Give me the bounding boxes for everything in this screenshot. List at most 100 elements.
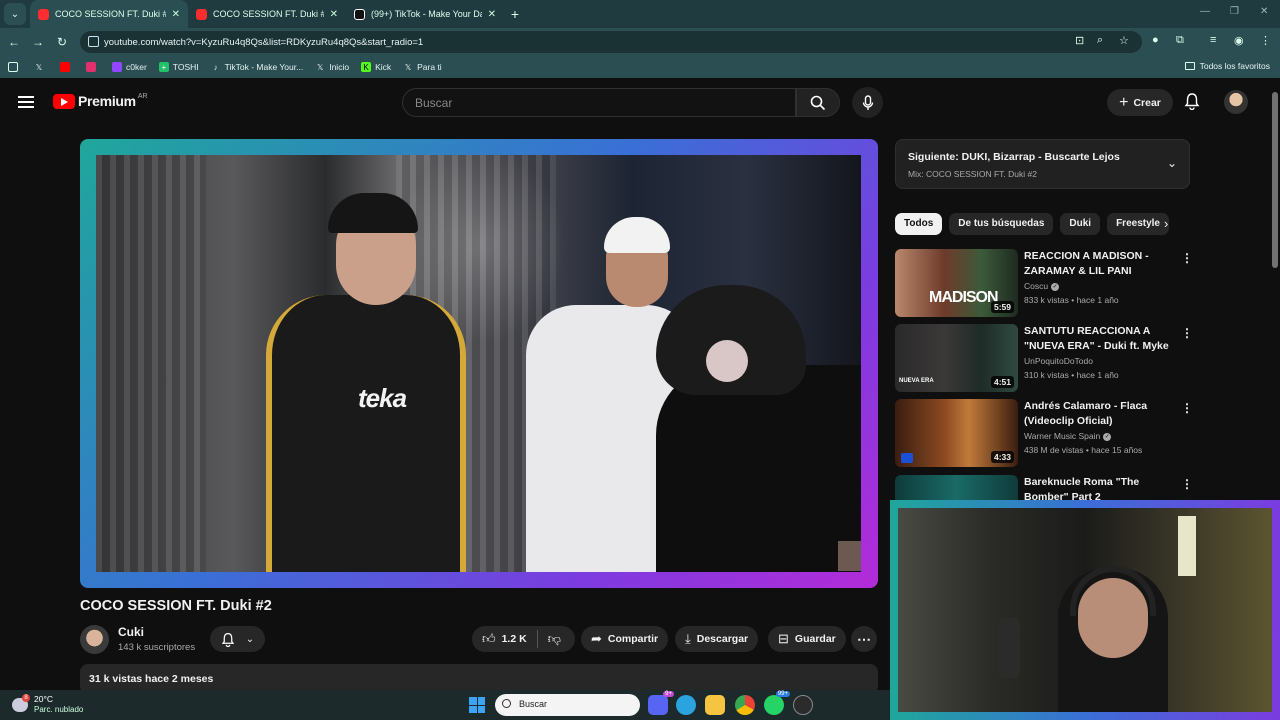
voice-search-button[interactable] [852,87,883,118]
bookmark-item[interactable] [86,62,100,72]
weather-widget[interactable]: 8 20°C Parc. nublado [12,693,83,715]
bookmark-item[interactable]: 𝕏 [34,62,48,72]
browser-tab-3[interactable]: (99+) TikTok - Make Your Day ✕ [346,0,504,28]
bookmark-item[interactable] [60,62,74,72]
telegram-icon[interactable] [676,695,696,715]
recommendation-item[interactable]: NUEVA ERA 4:51 SANTUTU REACCIONA A "NUEV… [895,324,1193,394]
app-icon[interactable] [793,695,813,715]
recommendation-item[interactable]: 4:33 Andrés Calamaro - Flaca (Videoclip … [895,399,1193,469]
channel-name[interactable]: Cuki [118,625,144,639]
install-icon[interactable]: ⊡ [1075,34,1084,47]
mix-name: Mix: COCO SESSION FT. Duki #2 [908,169,1037,179]
chip-duki[interactable]: Duki [1060,213,1101,235]
search-input[interactable]: Buscar [402,88,796,117]
views-date: 31 k vistas hace 2 meses [89,673,214,685]
video-thumbnail[interactable]: NUEVA ERA 4:51 [895,324,1018,392]
apps-icon[interactable] [8,62,22,72]
bookmark-item[interactable]: ♪ TikTok - Make Your... [211,62,304,72]
youtube-icon [38,8,49,20]
subscribed-button[interactable]: ⌄ [210,626,265,652]
address-bar[interactable]: youtube.com/watch?v=KyzuRu4q8Qs&list=RDK… [80,31,1142,53]
bookmark-star-icon[interactable]: ☆ [1119,34,1129,47]
reading-list-icon[interactable]: ≡ [1210,34,1216,46]
channel-avatar[interactable] [80,625,109,654]
instagram-icon [86,62,96,72]
more-actions-button[interactable]: ⋯ [851,626,877,652]
new-tab-button[interactable]: + [504,6,526,22]
youtube-play-icon [53,93,75,109]
bookmark-item[interactable]: c0ker [112,62,147,72]
browser-tab-2[interactable]: COCO SESSION FT. Duki #1 - YouTube ✕ [188,0,346,28]
save-button[interactable]: ⊟ Guardar [768,626,846,652]
maximize-icon[interactable]: ❐ [1230,6,1239,17]
create-button[interactable]: + Crear [1107,89,1173,116]
chevron-right-icon[interactable]: › [1164,216,1168,231]
share-button[interactable]: ➦ Compartir [581,626,669,652]
youtube-header: Premium AR Buscar + Crear [0,80,1270,124]
more-vertical-icon[interactable]: ⋮ [1181,326,1193,340]
duration-badge: 4:33 [990,451,1014,463]
duration-badge: 5:59 [990,301,1014,313]
hamburger-menu-icon[interactable] [18,96,34,108]
close-icon[interactable]: ✕ [172,9,180,20]
discord-icon[interactable]: 9+ [648,691,674,715]
video-thumbnail[interactable]: MADISON 5:59 [895,249,1018,317]
chip-todos[interactable]: Todos [895,213,943,235]
close-icon[interactable]: ✕ [330,9,338,20]
minimize-icon[interactable]: — [1200,6,1210,17]
chip-freestyle[interactable]: Freestyle [1107,213,1169,235]
youtube-logo[interactable]: Premium AR [53,93,148,109]
video-player[interactable]: teka [96,155,861,572]
chevron-down-icon[interactable]: ⌄ [1167,156,1177,170]
tab-list-button[interactable]: ⌄ [4,3,26,25]
scrollbar-thumb[interactable] [1272,92,1278,268]
window-close-icon[interactable]: ✕ [1260,6,1268,17]
like-button[interactable]: 👍︎ 1.2 K [472,626,537,652]
account-avatar[interactable] [1224,90,1248,114]
recommendation-meta: 310 k vistas • hace 1 año [1024,370,1119,380]
jersey-text: teka [358,383,407,413]
video-thumbnail[interactable]: 4:33 [895,399,1018,467]
browser-tab-1[interactable]: COCO SESSION FT. Duki #2 - YouTube ✕ [30,0,188,28]
close-icon[interactable]: ✕ [488,9,496,20]
playlist-next-box[interactable]: Siguiente: DUKI, Bizarrap - Buscarte Lej… [895,139,1190,189]
whatsapp-icon[interactable]: 99+ [764,691,790,715]
more-vertical-icon[interactable]: ⋮ [1181,477,1193,491]
forward-icon[interactable]: → [26,35,50,49]
site-info-icon[interactable] [88,36,99,47]
more-vertical-icon[interactable]: ⋮ [1181,401,1193,415]
all-bookmarks[interactable]: Todos los favoritos [1184,61,1270,71]
warner-logo-icon [901,453,913,463]
microphone-icon [862,94,873,110]
download-button[interactable]: ⤓ Descargar [675,626,759,652]
extension-icon[interactable]: ● [1152,34,1159,46]
search-button[interactable] [796,88,840,117]
reload-icon[interactable]: ↻ [50,35,74,49]
ring-light [1178,516,1196,576]
recommendation-item[interactable]: MADISON 5:59 REACCION A MADISON - ZARAMA… [895,249,1193,319]
dislike-button[interactable]: 👎︎ [538,626,571,652]
profile-icon[interactable]: ◉ [1234,34,1244,47]
taskbar-search[interactable]: Buscar [495,694,640,716]
thumbs-up-icon: 👍︎ [482,631,496,646]
x-icon: 𝕏 [316,62,324,72]
x-icon: 𝕏 [404,62,412,72]
chip-de-tus-busquedas[interactable]: De tus búsquedas [949,213,1054,235]
tiktok-icon [354,8,365,20]
folder-icon [1184,62,1195,70]
chrome-icon[interactable] [735,695,755,715]
more-vertical-icon[interactable]: ⋮ [1181,251,1193,265]
windows-start-icon[interactable] [469,697,485,713]
menu-icon[interactable]: ⋮ [1260,34,1271,47]
tiktok-icon: ♪ [213,62,218,72]
back-icon[interactable]: ← [2,35,26,49]
file-explorer-icon[interactable] [705,695,725,715]
bookmark-item[interactable]: K Kick [361,62,391,72]
notifications-bell-icon[interactable] [1184,92,1200,110]
puzzle-icon[interactable]: ⧉ [1176,34,1184,47]
bookmark-item[interactable]: 𝕏 Inicio [315,62,349,72]
bookmark-item[interactable]: + TOSHI [158,62,199,72]
plus-icon: + [158,62,169,72]
zoom-icon[interactable]: ⌕ [1097,34,1103,47]
bookmark-item[interactable]: 𝕏 Para ti [403,62,442,72]
